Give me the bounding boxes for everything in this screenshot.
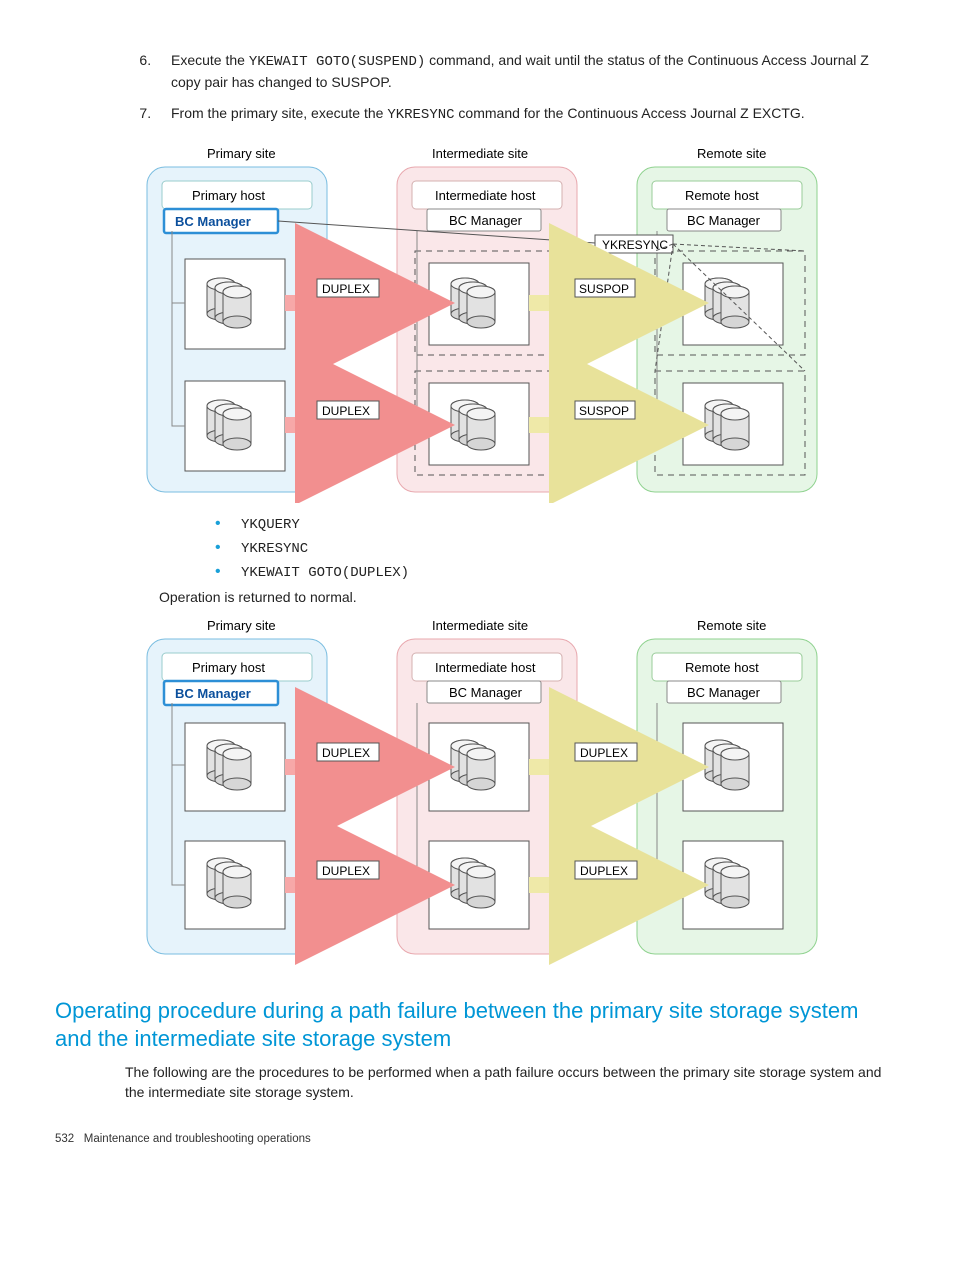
svg-text:Remote site: Remote site	[697, 618, 766, 633]
svg-text:BC Manager: BC Manager	[687, 213, 761, 228]
footer-title: Maintenance and troubleshooting operatio…	[84, 1133, 311, 1145]
command-item: YKQUERY	[241, 515, 899, 533]
svg-text:Remote site: Remote site	[697, 146, 766, 161]
svg-text:Remote host: Remote host	[685, 660, 759, 675]
command-code: YKEWAIT GOTO(DUPLEX)	[241, 565, 409, 581]
step-text: From the primary site, execute the	[171, 105, 387, 121]
svg-text:BC Manager: BC Manager	[687, 685, 761, 700]
step-code: YKEWAIT GOTO(SUSPEND)	[249, 54, 425, 70]
page-footer: 532 Maintenance and troubleshooting oper…	[55, 1133, 899, 1145]
diagram-1: Primary site Intermediate site Remote si…	[55, 143, 899, 503]
svg-text:Intermediate host: Intermediate host	[435, 188, 536, 203]
svg-text:Primary host: Primary host	[192, 188, 265, 203]
operation-returned: Operation is returned to normal.	[159, 587, 899, 607]
command-list: YKQUERY YKRESYNC YKEWAIT GOTO(DUPLEX)	[55, 515, 899, 581]
svg-text:Primary host: Primary host	[192, 660, 265, 675]
command-item: YKEWAIT GOTO(DUPLEX)	[241, 563, 899, 581]
svg-text:BC Manager: BC Manager	[175, 686, 251, 701]
svg-text:SUSPOP: SUSPOP	[579, 404, 629, 418]
command-item: YKRESYNC	[241, 539, 899, 557]
section-body: The following are the procedures to be p…	[125, 1062, 899, 1103]
svg-text:BC Manager: BC Manager	[175, 214, 251, 229]
svg-text:DUPLEX: DUPLEX	[322, 404, 370, 418]
svg-text:DUPLEX: DUPLEX	[322, 746, 370, 760]
svg-text:DUPLEX: DUPLEX	[322, 282, 370, 296]
svg-text:Intermediate site: Intermediate site	[432, 618, 528, 633]
svg-text:DUPLEX: DUPLEX	[580, 864, 628, 878]
section-heading: Operating procedure during a path failur…	[55, 997, 899, 1052]
svg-text:BC Manager: BC Manager	[449, 685, 523, 700]
step-list: Execute the YKEWAIT GOTO(SUSPEND) comman…	[55, 50, 899, 125]
step-text: Execute the	[171, 52, 249, 68]
diagram-2: Primary site Intermediate site Remote si…	[55, 615, 899, 965]
svg-text:Intermediate site: Intermediate site	[432, 146, 528, 161]
page-number: 532	[55, 1133, 74, 1145]
svg-text:Intermediate host: Intermediate host	[435, 660, 536, 675]
svg-text:Primary site: Primary site	[207, 146, 276, 161]
command-code: YKQUERY	[241, 517, 300, 533]
svg-text:DUPLEX: DUPLEX	[322, 864, 370, 878]
step-code: YKRESYNC	[387, 107, 454, 123]
step-text: command for the Continuous Access Journa…	[455, 105, 805, 121]
svg-text:SUSPOP: SUSPOP	[579, 282, 629, 296]
svg-text:Primary site: Primary site	[207, 618, 276, 633]
svg-text:BC Manager: BC Manager	[449, 213, 523, 228]
step-7: From the primary site, execute the YKRES…	[155, 103, 899, 125]
step-6: Execute the YKEWAIT GOTO(SUSPEND) comman…	[155, 50, 899, 93]
svg-text:Remote host: Remote host	[685, 188, 759, 203]
svg-text:DUPLEX: DUPLEX	[580, 746, 628, 760]
command-code: YKRESYNC	[241, 541, 308, 557]
